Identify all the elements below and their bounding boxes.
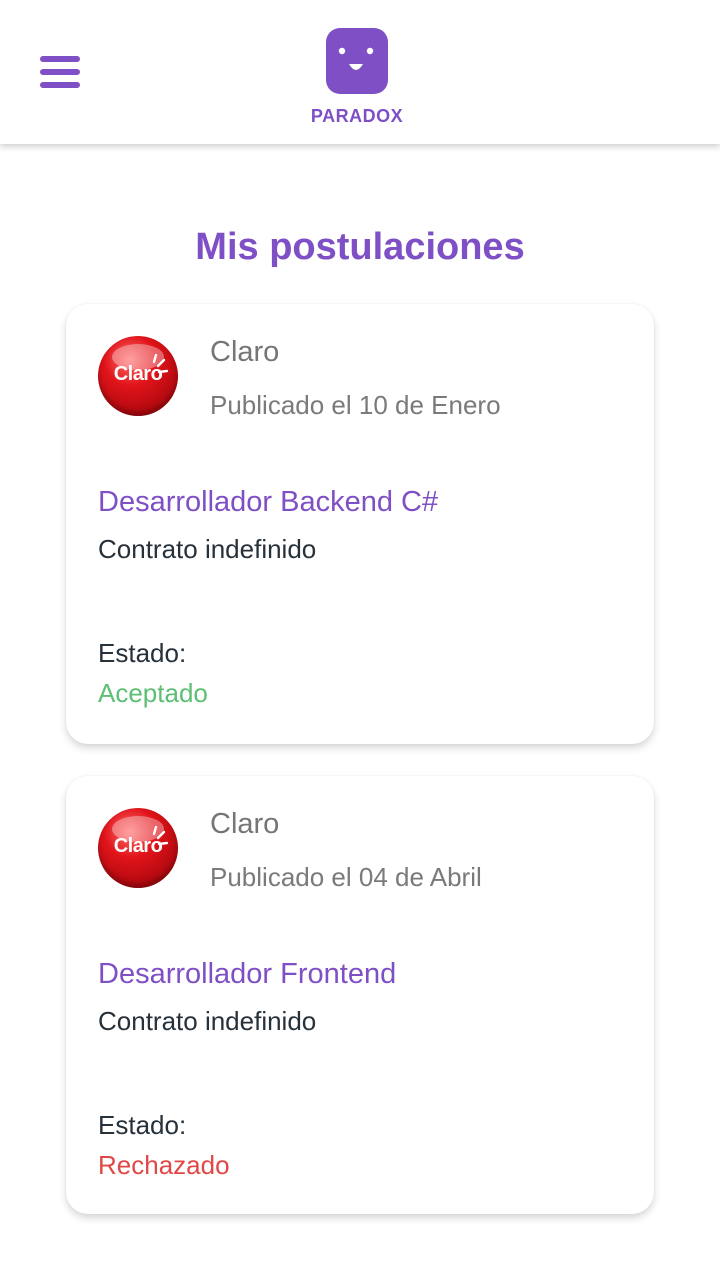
job-title[interactable]: Desarrollador Frontend (98, 958, 396, 991)
contract-type: Contrato indefinido (98, 1006, 317, 1036)
app-header: PARADOX (0, 0, 720, 144)
company-name: Claro (210, 336, 280, 368)
published-date: Publicado el 10 de Enero (210, 390, 501, 420)
application-card[interactable]: Claro Claro Publicado el 10 de Enero Des… (66, 304, 654, 744)
company-name: Claro (210, 808, 280, 840)
brand-name: PARADOX (310, 106, 404, 126)
hamburger-menu-icon[interactable] (36, 52, 84, 92)
state-label: Estado: (98, 638, 187, 668)
status-badge: Aceptado (98, 678, 208, 708)
application-card[interactable]: Claro Claro Publicado el 04 de Abril Des… (66, 776, 654, 1214)
claro-logo-icon: Claro (98, 808, 178, 888)
contract-type: Contrato indefinido (98, 534, 317, 564)
published-date: Publicado el 04 de Abril (210, 862, 482, 892)
state-label: Estado: (98, 1110, 187, 1140)
status-badge: Rechazado (98, 1150, 230, 1180)
paradox-logo-icon[interactable] (326, 28, 388, 94)
page-title: Mis postulaciones (195, 226, 525, 268)
claro-logo-icon: Claro (98, 336, 178, 416)
job-title[interactable]: Desarrollador Backend C# (98, 486, 438, 519)
